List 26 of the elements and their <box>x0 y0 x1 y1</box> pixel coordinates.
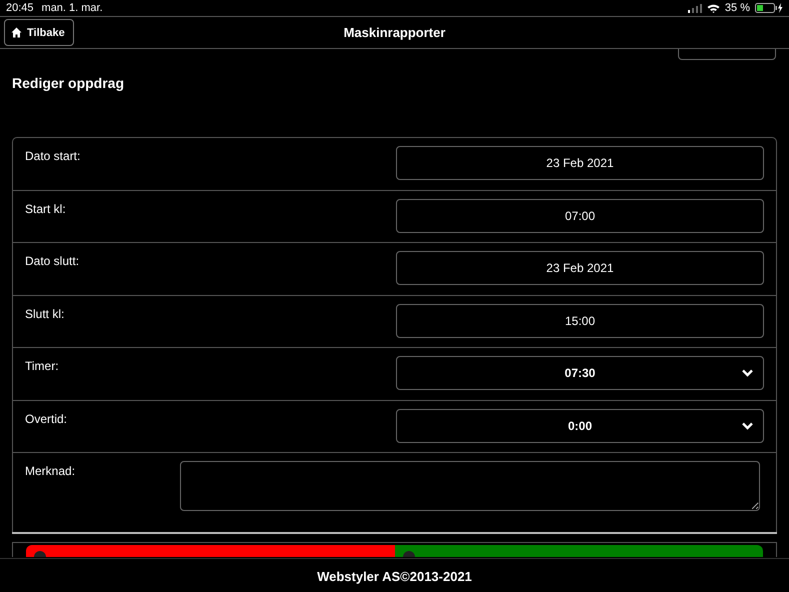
page-header-title: Maskinrapporter <box>344 25 446 40</box>
input-field[interactable]: 07:00 <box>396 198 764 232</box>
field-label: Merknad: <box>25 463 76 480</box>
home-icon <box>11 27 22 38</box>
dropdown-field[interactable]: 07:30 <box>396 356 764 390</box>
footer-copyright: Webstyler AS©2013-2021 <box>317 568 472 584</box>
input-field[interactable]: 23 Feb 2021 <box>396 146 764 180</box>
battery-percent: 35 % <box>724 2 750 14</box>
status-date: man. 1. mar. <box>42 2 103 14</box>
input-field[interactable]: 23 Feb 2021 <box>396 251 764 285</box>
signal-icon <box>688 4 702 12</box>
input-field[interactable]: 15:00 <box>396 304 764 338</box>
battery-charging-icon <box>755 3 783 13</box>
chevron-down-icon <box>742 369 753 377</box>
clock-time: 20:45 <box>6 2 34 14</box>
field-label: Dato start: <box>25 148 80 165</box>
back-button[interactable]: Tilbake <box>4 19 74 46</box>
field-label: Dato slutt: <box>25 253 80 270</box>
field-label: Overtid: <box>25 410 68 428</box>
field-label: Slutt kl: <box>25 306 64 322</box>
form-title: Rediger oppdrag <box>12 75 126 91</box>
chevron-down-icon <box>742 422 753 430</box>
wifi-icon <box>706 4 720 12</box>
field-label: Start kl: <box>25 200 66 218</box>
field-label: Timer: <box>25 358 59 375</box>
dropdown-field[interactable]: 0:00 <box>396 408 764 442</box>
